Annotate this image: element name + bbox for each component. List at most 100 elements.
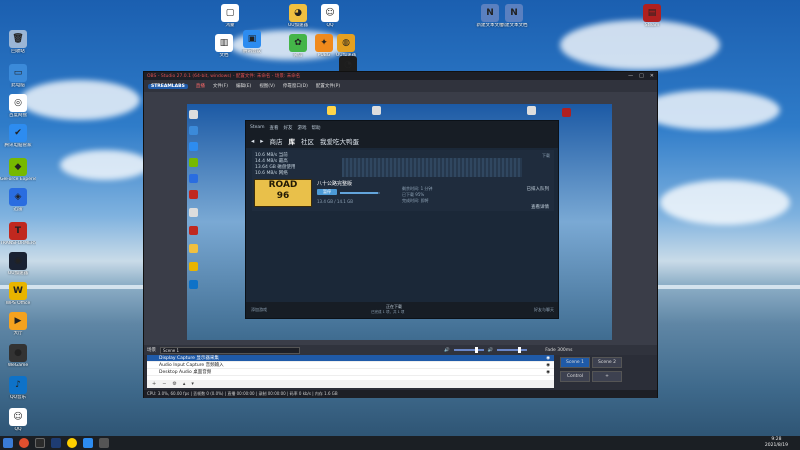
app-icon: ◈	[9, 188, 27, 206]
wechat-taskbar-icon[interactable]	[67, 438, 77, 448]
desktop-icon[interactable]: ● WeGame	[0, 344, 36, 369]
steam-menu-item[interactable]: 好友	[284, 125, 293, 131]
desktop-icon[interactable]: ◕ UU加速器	[280, 4, 316, 29]
desktop-icon[interactable]: ◆GeForce Experience	[0, 158, 36, 183]
remove-icon[interactable]: −	[162, 380, 166, 388]
desktop-icon[interactable]: ♪ QQ音乐	[0, 376, 36, 401]
steam-window[interactable]: Steam 查看 好友 游戏 帮助 ◂ ▸ 商店 库 社区 我爱吃大鸭蛋 10.…	[245, 120, 559, 319]
app-icon: W	[9, 282, 27, 300]
desktop-icon[interactable]: ◈ 迅雷	[0, 188, 36, 213]
obs-titlebar[interactable]: OBS - Studio 27.0.1 (64-bit, windows) - …	[144, 72, 657, 80]
menu-item[interactable]: 文件(F)	[213, 83, 228, 89]
nav-profile[interactable]: 我爱吃大鸭蛋	[320, 136, 359, 146]
desktop-icon[interactable]: ▭ 此电脑	[0, 64, 36, 89]
desktop-icon[interactable]: W WPS Office	[0, 282, 36, 307]
app-icon: ✔	[9, 124, 27, 142]
desktop-icon[interactable]: 🗑 回收站	[0, 30, 36, 55]
add-button[interactable]: +	[592, 371, 622, 382]
panel-label: 下载	[542, 153, 550, 158]
app-icon: ▶	[9, 312, 27, 330]
add-icon[interactable]: +	[152, 380, 156, 388]
desktop-icon-label: 新建文本文档	[500, 23, 528, 28]
source-row[interactable]: Display Capture 显示器采集 ◉	[147, 355, 554, 362]
gear-icon[interactable]: ⚙	[172, 380, 176, 388]
scene-select[interactable]: Scene 1	[160, 346, 300, 354]
game-name: 八十公路完整版	[317, 181, 353, 187]
app-taskbar-icon[interactable]	[83, 438, 93, 448]
app-icon: ☺	[9, 408, 27, 426]
source-row[interactable]: Audio Input Capture 音频输入 ◉	[147, 362, 554, 369]
volume-slider[interactable]	[497, 347, 528, 353]
desktop-icon-label: 此电脑	[11, 83, 25, 88]
volume-slider[interactable]	[453, 347, 484, 353]
menu-item[interactable]: 编辑(E)	[236, 83, 251, 89]
eye-icon[interactable]: ◉	[546, 355, 550, 362]
desktop-icon[interactable]: ▶ 大厅	[0, 312, 36, 337]
app-icon: ◆	[9, 158, 27, 176]
forward-icon[interactable]: ▸	[260, 137, 263, 145]
desktop-icon[interactable]: ☺ QQ	[312, 4, 348, 29]
menu-item[interactable]: 停靠窗口(D)	[283, 83, 308, 89]
scene-button[interactable]: Scene 2	[592, 357, 622, 368]
tab-live[interactable]: 直播	[196, 83, 205, 89]
mixer-mute-icon[interactable]: 🔊	[444, 348, 450, 353]
steam-nav: ◂ ▸ 商店 库 社区 我爱吃大鸭蛋	[246, 134, 558, 148]
desktop-icon[interactable]: ◎ 百度网盘	[0, 94, 36, 119]
queue-status[interactable]: 已排入队列	[527, 181, 550, 199]
app-icon: 🗑	[9, 30, 27, 48]
scene-button[interactable]: Scene 1	[560, 357, 590, 368]
app-icon: ▢	[221, 4, 239, 22]
eye-icon[interactable]: ◉	[546, 369, 550, 376]
system-clock[interactable]: 9:28 2021/8/19	[765, 437, 788, 449]
maximize-icon[interactable]: □	[639, 73, 644, 79]
taskbar: 9:28 2021/8/19	[0, 436, 800, 450]
desktop-icon-label: GeForce Experience	[0, 177, 36, 182]
nav-library[interactable]: 库	[289, 136, 296, 146]
desktop-icon-label: 回收站	[11, 49, 25, 54]
desktop-icon[interactable]: ▥ 文档	[206, 34, 242, 59]
desktop-icon[interactable]: ▤ Steam	[634, 4, 670, 29]
steam-menubar: Steam 查看 好友 游戏 帮助	[246, 121, 558, 134]
download-item[interactable]: ROAD 96 八十公路完整版 暂停 13.4 GB / 14.1 GB 剩余时间…	[252, 177, 554, 211]
desktop-icon[interactable]: ✔ 腾讯电脑管家	[0, 124, 36, 149]
back-icon[interactable]: ◂	[251, 137, 254, 145]
start-icon[interactable]	[3, 438, 13, 448]
up-icon[interactable]: ▴	[183, 380, 186, 388]
app-icon: ✿	[289, 34, 307, 52]
road96-cover[interactable]: ROAD 96	[254, 179, 312, 207]
obs-title: OBS - Studio 27.0.1 (64-bit, windows) - …	[147, 74, 301, 79]
friends-chat-button[interactable]: 好友与聊天	[534, 307, 554, 313]
down-icon[interactable]: ▾	[191, 380, 194, 388]
desktop-icon[interactable]: T TRANSFORMERS	[0, 222, 36, 247]
menu-item[interactable]: 配置文件(P)	[316, 83, 340, 89]
obs-taskbar-icon[interactable]	[35, 438, 45, 448]
captured-desktop: Steam 查看 好友 游戏 帮助 ◂ ▸ 商店 库 社区 我爱吃大鸭蛋 10.…	[187, 104, 612, 340]
obs-window[interactable]: OBS - Studio 27.0.1 (64-bit, windows) - …	[143, 71, 658, 398]
steam-taskbar-icon[interactable]	[51, 438, 61, 448]
close-icon[interactable]: ✕	[650, 73, 654, 79]
desktop-icon[interactable]: ☺ QQ	[0, 408, 36, 433]
nav-community[interactable]: 社区	[301, 136, 314, 146]
source-row[interactable]: Desktop Audio 桌面音频 ◉	[147, 369, 554, 376]
app-icon: ◕	[289, 4, 307, 22]
obs-preview[interactable]: Steam 查看 好友 游戏 帮助 ◂ ▸ 商店 库 社区 我爱吃大鸭蛋 10.…	[144, 92, 657, 345]
minimize-icon[interactable]: —	[628, 73, 633, 79]
eye-icon[interactable]: ◉	[546, 362, 550, 369]
details-link[interactable]: 查看详情	[527, 199, 549, 217]
steam-menu-item[interactable]: 帮助	[312, 125, 321, 131]
desktop-icon[interactable]: N 新建文本文档	[496, 4, 532, 29]
steam-menu-item[interactable]: 查看	[270, 125, 279, 131]
steam-menu-item[interactable]: 游戏	[298, 125, 307, 131]
app-taskbar-icon[interactable]	[99, 438, 109, 448]
control-button[interactable]: Control	[560, 371, 590, 382]
mixer-mute-icon[interactable]: 🔊	[488, 348, 494, 353]
steam-menu-item[interactable]: Steam	[250, 125, 265, 130]
desktop-icon[interactable]: ◉ UU加速器	[0, 252, 36, 277]
pause-button[interactable]: 暂停	[317, 189, 337, 195]
menu-item[interactable]: 视图(V)	[259, 83, 275, 89]
add-game-button[interactable]: 添加游戏	[251, 307, 267, 313]
nav-store[interactable]: 商店	[270, 136, 283, 146]
desktop-icon[interactable]: ▢ 鸿蒙	[212, 4, 248, 29]
desktop-icon-label: WeGame	[7, 363, 29, 368]
chrome-icon[interactable]	[19, 438, 29, 448]
